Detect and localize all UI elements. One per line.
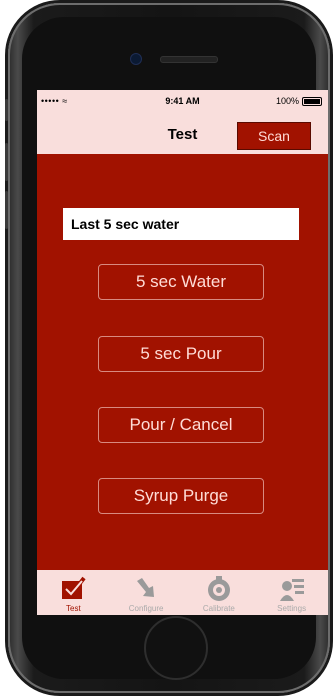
tab-configure[interactable]: Configure xyxy=(110,570,183,615)
configure-arrow-icon xyxy=(137,578,155,597)
home-button[interactable] xyxy=(144,616,208,680)
volume-up-button xyxy=(5,143,8,181)
tab-bar: Test Configure Calibrate Settings xyxy=(37,570,328,615)
speaker-grille xyxy=(160,56,218,63)
tab-calibrate-label: Calibrate xyxy=(202,604,235,613)
tab-test[interactable]: Test xyxy=(37,570,110,615)
tab-settings[interactable]: Settings xyxy=(255,570,328,615)
nav-bar: Test Scan xyxy=(37,114,328,154)
syrup-purge-button[interactable]: Syrup Purge xyxy=(98,478,264,514)
pour-cancel-button[interactable]: Pour / Cancel xyxy=(98,407,264,443)
status-bar: ••••• ≈ 9:41 AM 100% xyxy=(37,90,328,114)
battery-percent: 100% xyxy=(275,96,299,106)
tab-configure-label: Configure xyxy=(128,604,164,613)
scan-button[interactable]: Scan xyxy=(237,122,311,150)
battery-indicator: 100% xyxy=(276,96,322,106)
volume-down-button xyxy=(5,191,8,229)
camera-icon xyxy=(130,53,142,65)
water-5sec-button[interactable]: 5 sec Water xyxy=(98,264,264,300)
tab-settings-label: Settings xyxy=(277,604,307,613)
battery-icon xyxy=(302,96,322,106)
calibrate-dial-icon xyxy=(207,576,230,601)
tab-calibrate[interactable]: Calibrate xyxy=(183,570,256,615)
app-screen: ••••• ≈ 9:41 AM 100% Test Scan Last 5 se… xyxy=(37,90,328,615)
status-display-field: Last 5 sec water xyxy=(63,208,299,240)
tab-test-label: Test xyxy=(66,604,81,613)
silent-switch xyxy=(5,99,8,121)
pour-5sec-button[interactable]: 5 sec Pour xyxy=(98,336,264,372)
settings-user-icon xyxy=(279,579,304,601)
checkmark-box-icon xyxy=(62,576,86,599)
